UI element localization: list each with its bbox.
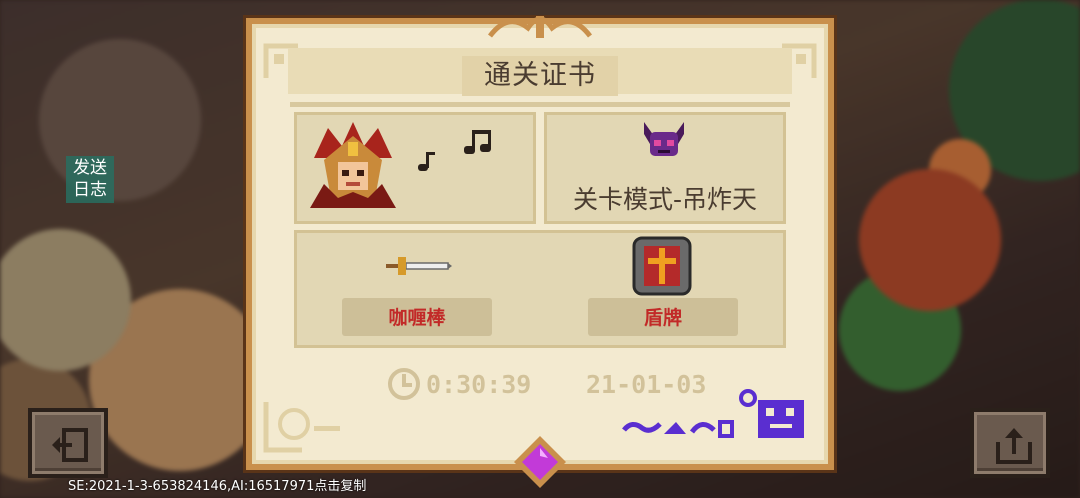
music-note-icon: [464, 130, 491, 154]
weapon-label-1: 咖喱棒: [388, 307, 446, 329]
exit-button[interactable]: [28, 408, 108, 478]
certificate-top-ornament: [488, 16, 592, 38]
gem-icon: [514, 436, 566, 488]
hero-portrait: [310, 122, 396, 208]
weapon-label-2: 盾牌: [643, 307, 682, 329]
share-button[interactable]: [970, 408, 1050, 478]
seed-info-text[interactable]: SE:2021-1-3-653824146,AI:16517971点击复制: [68, 479, 366, 495]
music-note-icon-small: [418, 152, 435, 171]
certificate-title: 通关证书: [484, 60, 596, 91]
horned-skull-icon: [644, 122, 684, 156]
sword-icon: [386, 257, 452, 275]
corner-ornament-bottom-left: [263, 402, 340, 453]
exit-icon: [52, 428, 88, 462]
title-divider: [290, 102, 790, 107]
level-mode-label: 关卡模式-吊炸天: [572, 185, 758, 214]
send-log-label-line2: 日志: [73, 180, 107, 200]
clear-time: 0:30:39: [426, 370, 532, 399]
send-log-button[interactable]: 发送 日志: [66, 156, 114, 203]
share-icon: [996, 428, 1032, 464]
signature-stamp: [622, 389, 804, 438]
send-log-label-line1: 发送: [73, 158, 107, 178]
shield-icon: [632, 236, 692, 296]
clock-icon: [388, 368, 420, 400]
